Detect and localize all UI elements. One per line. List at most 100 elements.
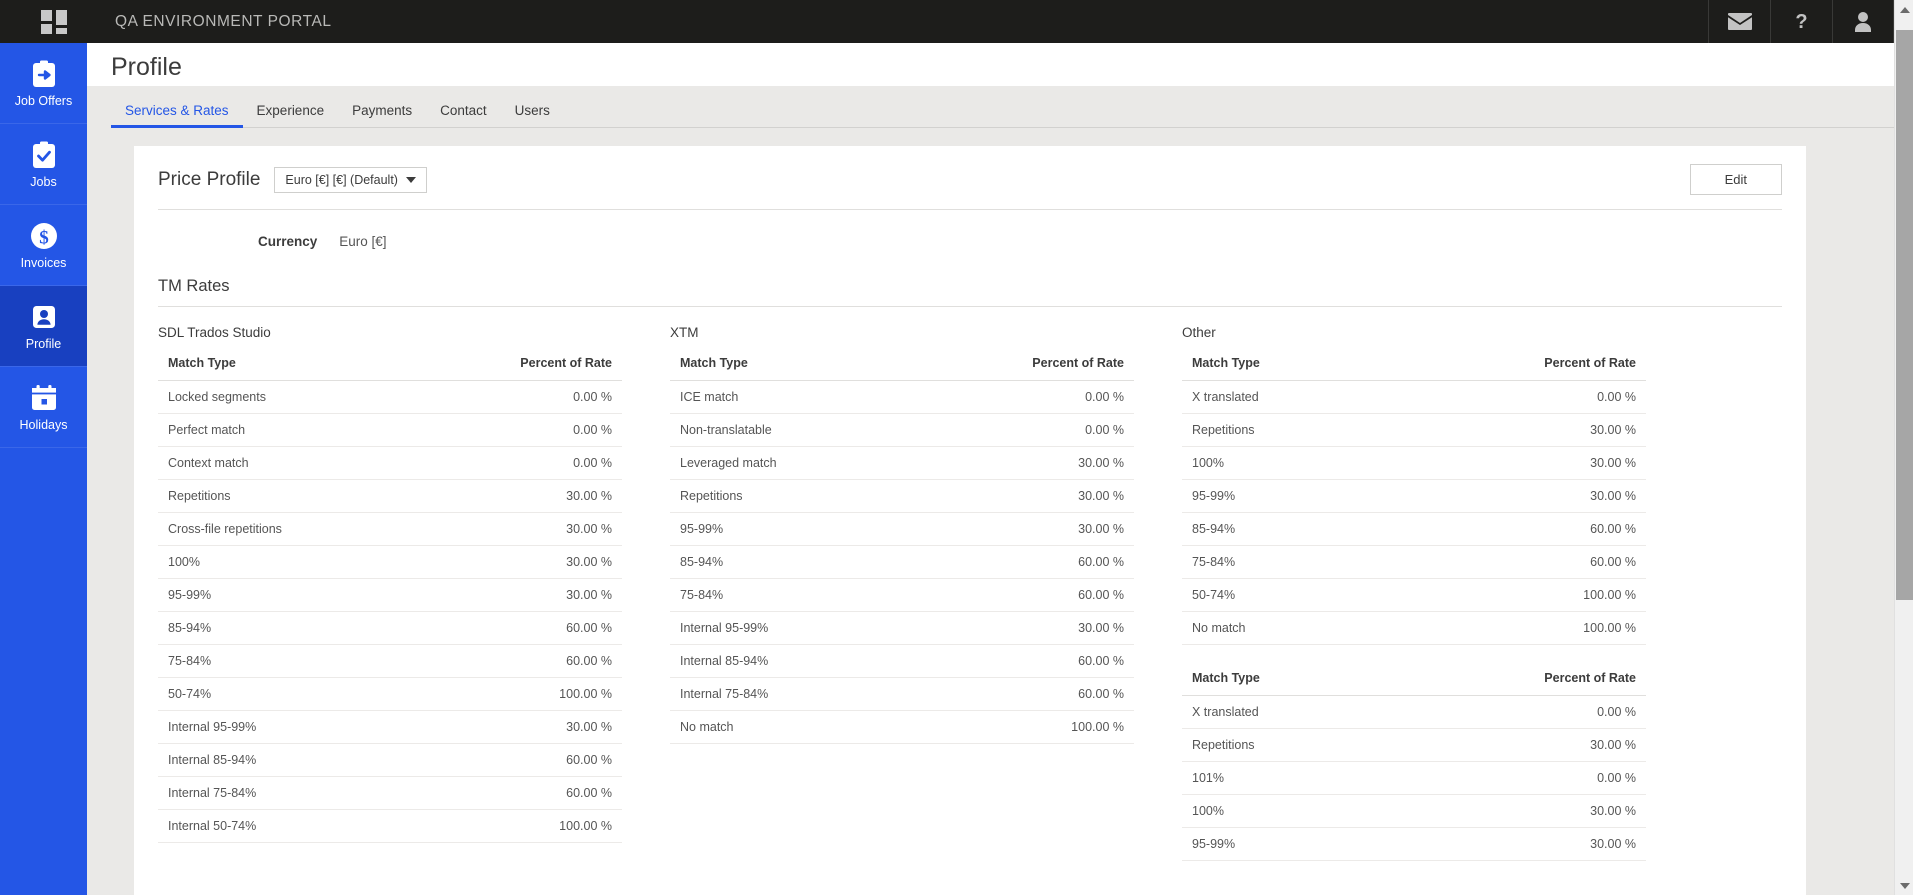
cell-match-type: Internal 50-74% [158, 809, 411, 843]
scrollbar-thumb[interactable] [1896, 30, 1913, 600]
page-title: Profile [111, 53, 182, 81]
table-row: Repetitions 30.00 % [158, 479, 622, 513]
table-header-row: Match Type Percent of Rate [1182, 665, 1646, 696]
cell-match-type: 75-84% [1182, 545, 1387, 579]
table-row: 50-74% 100.00 % [158, 677, 622, 711]
scroll-down-button[interactable] [1895, 876, 1913, 895]
cell-percent-of-rate: 30.00 % [410, 479, 622, 513]
cell-percent-of-rate: 100.00 % [410, 809, 622, 843]
col-header-percent-of-rate: Percent of Rate [906, 350, 1134, 381]
cell-match-type: Internal 95-99% [670, 611, 907, 645]
cell-match-type: Repetitions [670, 479, 907, 513]
cell-percent-of-rate: 30.00 % [410, 512, 622, 546]
tab-payments[interactable]: Payments [338, 103, 426, 128]
cell-percent-of-rate: 0.00 % [410, 446, 622, 480]
rate-column-title: Other [1182, 325, 1216, 340]
currency-value: Euro [€] [339, 234, 387, 249]
cell-match-type: 100% [1182, 446, 1387, 480]
tab-contact[interactable]: Contact [426, 103, 501, 128]
brand-logo[interactable] [0, 0, 107, 43]
rates-table: Match Type Percent of Rate ICE match 0.00 %… [670, 350, 1134, 744]
cell-match-type: 85-94% [670, 545, 907, 579]
cell-match-type: 85-94% [158, 611, 411, 645]
table-row: Non-translatable 0.00 % [670, 413, 1134, 447]
calendar-icon [28, 382, 60, 414]
cell-percent-of-rate: 0.00 % [1386, 761, 1646, 795]
table-row: 101% 0.00 % [1182, 761, 1646, 795]
cell-match-type: 85-94% [1182, 512, 1387, 546]
cell-percent-of-rate: 60.00 % [410, 644, 622, 678]
dollar-circle-icon: $ [28, 220, 60, 252]
tab-users[interactable]: Users [501, 103, 564, 128]
sidebar-item-job-offers[interactable]: Job Offers [0, 43, 87, 124]
table-row: Repetitions 30.00 % [1182, 728, 1646, 762]
cell-match-type: Repetitions [1182, 413, 1387, 447]
cell-percent-of-rate: 60.00 % [906, 644, 1134, 678]
cell-match-type: Repetitions [158, 479, 411, 513]
cell-match-type: Internal 75-84% [158, 776, 411, 810]
cell-percent-of-rate: 30.00 % [410, 710, 622, 744]
table-row: Perfect match 0.00 % [158, 413, 622, 447]
chevron-down-icon [1899, 882, 1910, 889]
table-row: 95-99% 30.00 % [670, 512, 1134, 546]
table-row: Internal 75-84% 60.00 % [670, 677, 1134, 711]
price-profile-title: Price Profile [158, 168, 261, 190]
cell-match-type: Cross-file repetitions [158, 512, 411, 546]
rate-column: XTM Match Type Percent of Rate ICE match 0.0… [670, 325, 1134, 861]
sidebar-item-jobs[interactable]: Jobs [0, 124, 87, 205]
table-row: 75-84% 60.00 % [158, 644, 622, 678]
sidebar-item-holidays[interactable]: Holidays [0, 367, 87, 448]
help-button[interactable]: ? [1770, 0, 1832, 43]
table-header-row: Match Type Percent of Rate [158, 350, 622, 381]
cell-percent-of-rate: 60.00 % [1386, 512, 1646, 546]
cell-percent-of-rate: 100.00 % [1386, 578, 1646, 612]
cell-match-type: Perfect match [158, 413, 411, 447]
price-profile-card: Price Profile Euro [€] [€] (Default) Edi… [134, 146, 1806, 895]
tab-experience[interactable]: Experience [243, 103, 339, 128]
currency-label: Currency [258, 234, 318, 249]
cell-percent-of-rate: 30.00 % [906, 446, 1134, 480]
sidebar-item-label: Job Offers [14, 94, 73, 109]
cell-match-type: 50-74% [158, 677, 411, 711]
cell-match-type: 50-74% [1182, 578, 1387, 612]
cell-percent-of-rate: 60.00 % [1386, 545, 1646, 579]
edit-button[interactable]: Edit [1689, 164, 1782, 195]
table-row: 95-99% 30.00 % [1182, 827, 1646, 861]
table-row: Repetitions 30.00 % [1182, 413, 1646, 447]
mail-button[interactable] [1708, 0, 1770, 43]
mail-icon [1727, 13, 1752, 30]
cell-match-type: 95-99% [670, 512, 907, 546]
cell-match-type: ICE match [670, 380, 907, 414]
cell-percent-of-rate: 0.00 % [410, 380, 622, 414]
cell-match-type: Context match [158, 446, 411, 480]
table-row: 85-94% 60.00 % [670, 545, 1134, 579]
cell-percent-of-rate: 60.00 % [906, 545, 1134, 579]
col-header-percent-of-rate: Percent of Rate [410, 350, 622, 381]
sidebar-item-profile[interactable]: Profile [0, 286, 87, 367]
account-button[interactable] [1832, 0, 1894, 43]
sidebar-item-label: Invoices [20, 256, 67, 271]
cell-percent-of-rate: 30.00 % [1386, 446, 1646, 480]
sidebar-item-label: Holidays [19, 418, 68, 433]
table-row: Context match 0.00 % [158, 446, 622, 480]
table-row: 75-84% 60.00 % [1182, 545, 1646, 579]
table-row: Locked segments 0.00 % [158, 380, 622, 414]
cell-percent-of-rate: 100.00 % [1386, 611, 1646, 645]
page-header: Profile [87, 43, 1894, 86]
currency-profile-select[interactable]: Euro [€] [€] (Default) [274, 166, 427, 193]
cell-percent-of-rate: 60.00 % [906, 677, 1134, 711]
rate-column-title: XTM [670, 325, 699, 340]
cell-match-type: 100% [158, 545, 411, 579]
table-row: 85-94% 60.00 % [1182, 512, 1646, 546]
grid-icon [40, 9, 67, 34]
cell-percent-of-rate: 0.00 % [1386, 695, 1646, 729]
page-scrollbar[interactable] [1894, 0, 1913, 895]
tab-services-rates[interactable]: Services & Rates [111, 103, 243, 128]
rate-column: Other Match Type Percent of Rate X translat… [1182, 325, 1646, 861]
cell-percent-of-rate: 0.00 % [1386, 380, 1646, 414]
sidebar-item-invoices[interactable]: $ Invoices [0, 205, 87, 286]
cell-percent-of-rate: 30.00 % [410, 545, 622, 579]
cell-match-type: 95-99% [1182, 827, 1387, 861]
scroll-up-button[interactable] [1895, 0, 1913, 19]
cell-match-type: 101% [1182, 761, 1387, 795]
